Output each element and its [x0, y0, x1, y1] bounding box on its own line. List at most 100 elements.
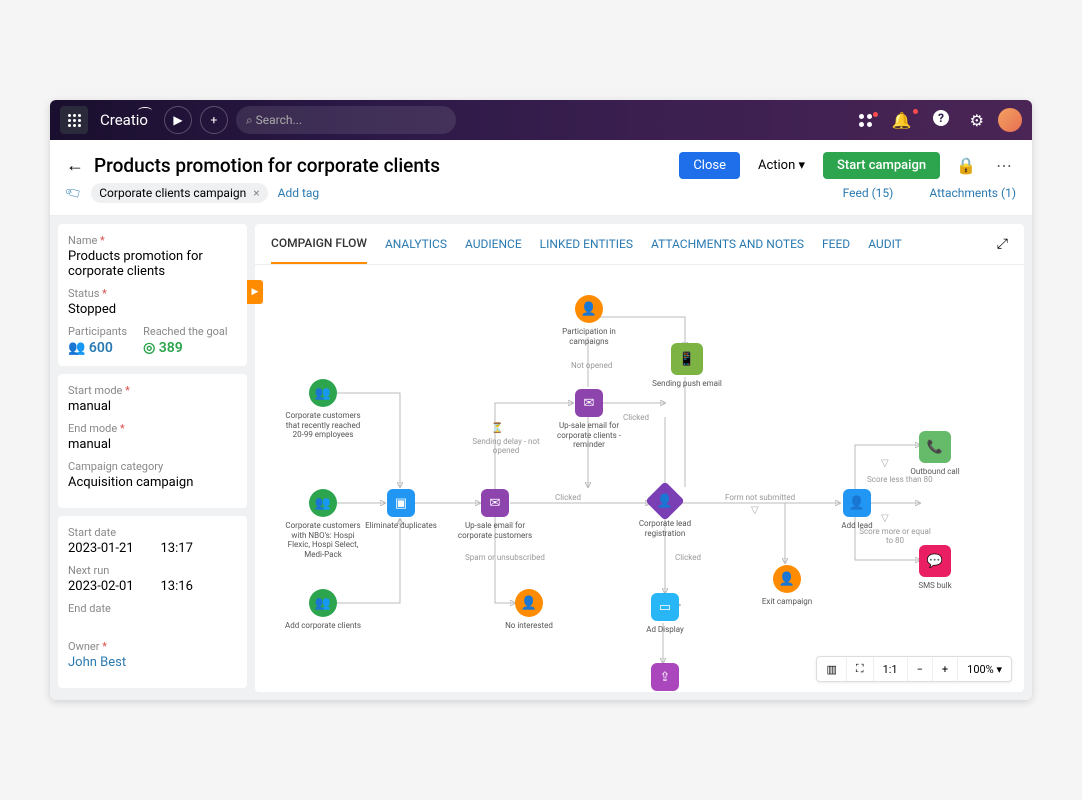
- zoom-ratio[interactable]: 1:1: [874, 658, 908, 681]
- flow-canvas[interactable]: 👥Corporate customers that recently reach…: [255, 265, 1024, 692]
- global-search-input[interactable]: ⌕ Search...: [236, 106, 456, 134]
- name-label: Name: [68, 234, 237, 247]
- add-lead-icon: 👤: [849, 496, 865, 511]
- brand-logo: Creatio: [100, 111, 148, 129]
- category-value[interactable]: Acquisition campaign: [68, 475, 237, 490]
- node-sms-bulk[interactable]: 💬SMS bulk: [895, 545, 975, 591]
- zoom-in-button[interactable]: +: [933, 658, 958, 681]
- next-run-date[interactable]: 2023-02-01: [68, 579, 145, 594]
- node-outbound-call[interactable]: 📞Outbound call: [895, 431, 975, 477]
- expand-icon[interactable]: ⤢: [997, 236, 1008, 252]
- node-upsale-email[interactable]: ✉Up-sale email for corporate customers: [455, 489, 535, 540]
- next-run-label: Next run: [68, 564, 237, 577]
- landing-icon: 👤: [657, 494, 673, 509]
- start-mode-value[interactable]: manual: [68, 399, 237, 414]
- target-icon: ◎: [143, 340, 155, 356]
- user-avatar[interactable]: [998, 108, 1022, 132]
- apps-menu-button[interactable]: [60, 106, 88, 134]
- end-date-value[interactable]: [68, 617, 237, 632]
- tab-linked-entities[interactable]: LINKED ENTITIES: [540, 225, 633, 263]
- node-reminder-email[interactable]: ✉Up-sale email for corporate clients - r…: [549, 389, 629, 450]
- participants-icon: 👥: [68, 340, 85, 356]
- participants-value: 👥 600: [68, 340, 127, 356]
- node-social-promo[interactable]: ⇪Social media promotion: [625, 663, 705, 692]
- search-placeholder: Search...: [256, 113, 302, 127]
- node-corp-nbo[interactable]: 👥Corporate customers with NBO's: Hospi F…: [283, 489, 363, 559]
- filter-icon: ▽: [751, 505, 759, 516]
- tag-icon: 🏷: [64, 183, 84, 203]
- attachments-link[interactable]: Attachments (1): [929, 186, 1016, 200]
- reached-value: ◎ 389: [143, 340, 228, 356]
- zoom-out-button[interactable]: −: [908, 658, 933, 681]
- end-mode-value[interactable]: manual: [68, 437, 237, 452]
- edge-clicked-2: Clicked: [623, 413, 649, 422]
- tab-feed[interactable]: FEED: [822, 225, 850, 263]
- sidebar-collapse-handle[interactable]: ▶: [247, 280, 263, 304]
- tab-audit[interactable]: AUDIT: [868, 225, 902, 263]
- tag-remove[interactable]: ×: [253, 186, 259, 200]
- fit-button[interactable]: ⛶: [847, 657, 874, 681]
- node-exit-campaign[interactable]: 👤Exit campaign: [747, 565, 827, 607]
- titlebar: ← Products promotion for corporate clien…: [50, 140, 1032, 183]
- node-ad-display[interactable]: ▭Ad Display: [625, 593, 705, 635]
- node-add-clients[interactable]: 👥Add corporate clients: [283, 589, 363, 631]
- node-lead-registration[interactable]: 👤Corporate lead registration: [625, 487, 705, 538]
- feed-link[interactable]: Feed (15): [843, 186, 894, 200]
- node-add-lead[interactable]: 👤Add lead: [817, 489, 897, 531]
- search-icon: ⌕: [246, 113, 253, 128]
- node-participation[interactable]: 👤Participation in campaigns: [549, 295, 629, 346]
- svg-text:?: ?: [938, 111, 944, 125]
- tag-row: 🏷 Corporate clients campaign × Add tag F…: [50, 183, 1032, 216]
- tag-chip[interactable]: Corporate clients campaign ×: [91, 183, 267, 203]
- layout-button[interactable]: ▥: [817, 658, 846, 681]
- exit-icon: 👤: [779, 572, 795, 587]
- edge-spam: Spam or unsubscribed: [465, 553, 545, 562]
- node-corp-20-99[interactable]: 👥Corporate customers that recently reach…: [283, 379, 363, 440]
- back-button[interactable]: ←: [66, 155, 84, 176]
- add-tag-link[interactable]: Add tag: [278, 186, 320, 200]
- sms-icon: 💬: [927, 554, 943, 569]
- status-label: Status: [68, 287, 237, 300]
- node-push-email[interactable]: 📱Sending push email: [647, 343, 727, 389]
- notifications-icon[interactable]: 🔔: [886, 111, 918, 130]
- zoom-controls: ▥ ⛶ 1:1 − + 100% ▾: [816, 656, 1012, 682]
- dashboard-icon[interactable]: [853, 114, 878, 127]
- close-button[interactable]: Close: [679, 152, 740, 179]
- share-icon: ⇪: [660, 670, 671, 685]
- start-campaign-button[interactable]: Start campaign: [823, 152, 940, 179]
- play-button[interactable]: ▶: [164, 106, 192, 134]
- email-icon: ✉: [490, 496, 501, 511]
- filter-icon: ▽: [881, 458, 889, 469]
- audience-icon: 👥: [315, 386, 331, 401]
- sidebar: Name Products promotion for corporate cl…: [50, 216, 255, 700]
- start-time[interactable]: 13:17: [161, 541, 238, 556]
- start-date[interactable]: 2023-01-21: [68, 541, 145, 556]
- add-button[interactable]: +: [200, 106, 228, 134]
- lock-icon[interactable]: 🔒: [950, 156, 982, 175]
- edge-clicked-1: Clicked: [555, 493, 581, 502]
- add-audience-icon: 👥: [315, 596, 331, 611]
- tab-audience[interactable]: AUDIENCE: [465, 225, 522, 263]
- phone-icon: 📞: [927, 440, 943, 455]
- more-menu[interactable]: ⋯: [992, 156, 1016, 175]
- owner-value[interactable]: John Best: [68, 655, 237, 670]
- edge-score-more: Score more or equal to 80: [855, 527, 935, 545]
- name-value[interactable]: Products promotion for corporate clients: [68, 249, 237, 279]
- start-mode-label: Start mode: [68, 384, 237, 397]
- node-eliminate-duplicates[interactable]: ▣Eliminate duplicates: [361, 489, 441, 531]
- filter-icon: ▽: [881, 513, 889, 524]
- tab-attachments[interactable]: ATTACHMENTS AND NOTES: [651, 225, 804, 263]
- action-dropdown[interactable]: Action ▾: [750, 152, 813, 179]
- dedupe-icon: ▣: [395, 496, 407, 511]
- topbar: Creatio ▶ + ⌕ Search... 🔔 ? ⚙: [50, 100, 1032, 140]
- zoom-pct[interactable]: 100% ▾: [958, 658, 1011, 681]
- node-not-interested[interactable]: 👤No interested: [489, 589, 569, 631]
- next-run-time[interactable]: 13:16: [161, 579, 238, 594]
- tab-analytics[interactable]: ANALYTICS: [385, 225, 447, 263]
- edge-score-less: Score less than 80: [867, 475, 933, 484]
- settings-icon[interactable]: ⚙: [964, 111, 990, 130]
- status-value[interactable]: Stopped: [68, 302, 237, 317]
- owner-label: Owner: [68, 640, 237, 653]
- tab-campaign-flow[interactable]: COMPAIGN FLOW: [271, 224, 367, 264]
- help-icon[interactable]: ?: [926, 109, 956, 131]
